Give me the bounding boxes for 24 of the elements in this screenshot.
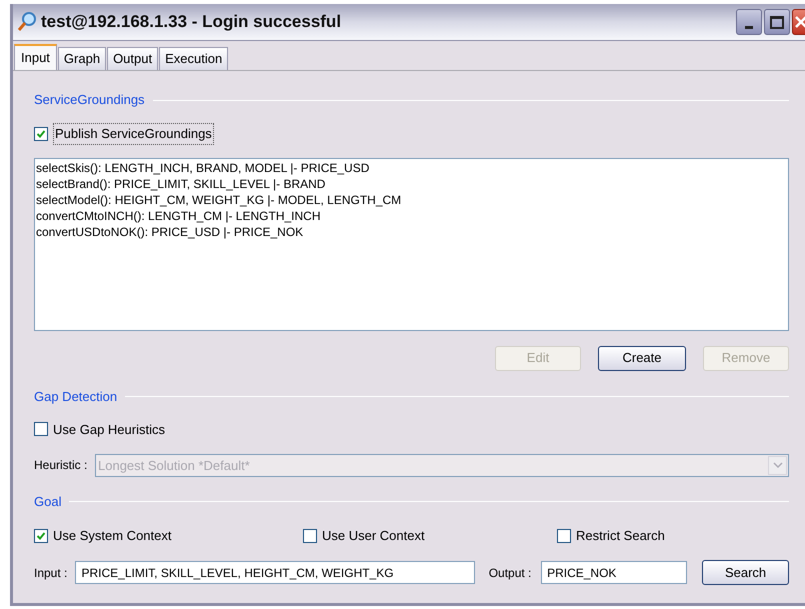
window-title: test@192.168.1.33 - Login successful	[41, 11, 342, 34]
grounding-line[interactable]: selectModel(): HEIGHT_CM, WEIGHT_KG |- MODEL, LENGTH_CM	[36, 192, 787, 208]
checkbox[interactable]: Restrict Search	[557, 526, 665, 546]
section-heading: Goal	[34, 493, 62, 511]
grounding-line[interactable]: convertUSDtoNOK(): PRICE_USD |- PRICE_NOK	[36, 224, 787, 240]
search-button[interactable]: Search	[702, 560, 790, 585]
checkbox[interactable]: Use Gap Heuristics	[34, 420, 165, 439]
output-field[interactable]: PRICE_NOK	[541, 561, 688, 584]
output-label: Output :	[488, 564, 532, 582]
tab[interactable]: Output	[107, 47, 158, 70]
input-field[interactable]: PRICE_LIMIT, SKILL_LEVEL, HEIGHT_CM, WEIGHT_KG	[75, 561, 475, 584]
tab[interactable]: Input	[14, 44, 57, 70]
grounding-line[interactable]: convertCMtoINCH(): LENGTH_CM |- LENGTH_INCH	[36, 208, 787, 224]
section-heading: Gap Detection	[34, 388, 118, 406]
grounding-line[interactable]: selectSkis(): LENGTH_INCH, BRAND, MODEL |- PRICE_USD	[36, 160, 787, 176]
section-heading: ServiceGroundings	[34, 91, 145, 110]
action-button[interactable]: Create	[598, 346, 686, 370]
input-label: Input :	[34, 564, 68, 582]
heuristic-label: Heuristic :	[34, 457, 88, 474]
checkbox[interactable]: Use System Context	[34, 526, 172, 546]
grounding-line[interactable]: selectBrand(): PRICE_LIMIT, SKILL_LEVEL |- BRAND	[36, 176, 787, 192]
checkbox[interactable]: Use User Context	[303, 526, 425, 546]
tab[interactable]: Graph	[58, 47, 106, 70]
tab[interactable]: Execution	[159, 47, 228, 70]
